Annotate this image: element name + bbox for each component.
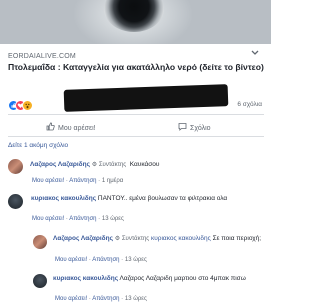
comment-icon [178, 122, 187, 133]
comment-time[interactable]: 13 ώρες [125, 296, 147, 302]
link-headline[interactable]: Πτολεμαΐδα : Καταγγελία για ακατάλληλο ν… [8, 62, 266, 73]
author-badge-icon: ⚙ [91, 162, 99, 168]
chevron-down-icon[interactable] [250, 44, 260, 62]
mention-link[interactable]: κυριακος κακουλιδης [151, 235, 211, 242]
comment-reply-link[interactable]: Απάντηση [92, 257, 119, 263]
comment-like-link[interactable]: Μου αρέσει! [55, 296, 87, 302]
comment-text: Καυκάσου [129, 161, 160, 168]
reaction-icons[interactable] [8, 100, 48, 111]
comment-reply-link[interactable]: Απάντηση [69, 178, 96, 184]
comment-like-link[interactable]: Μου αρέσει! [55, 257, 87, 263]
comment-like-link[interactable]: Μου αρέσει! [32, 216, 64, 222]
author-badge: Συντάκτης [121, 236, 150, 242]
reply: κυριακος κακουλιδης Λαζαρος Λαζαριδη μαρ… [53, 275, 267, 283]
author-badge: Συντάκτης [98, 162, 127, 168]
comment-reply-link[interactable]: Απάντηση [92, 296, 119, 302]
comment-author[interactable]: κυριακος κακουλιδης [53, 275, 118, 282]
comment-text: ΠΑΝΤΟΥ.. εμένα βουλωσαν τα φιλτρακια ολα [97, 195, 228, 202]
comments-count[interactable]: 6 σχόλια [237, 101, 262, 108]
avatar[interactable] [8, 159, 23, 174]
comment-meta: Μου αρέσει! · Απάντηση · 13 ώρες [55, 296, 147, 302]
comment: κυριακος κακουλιδης ΠΑΝΤΟΥ.. εμένα βουλω… [31, 195, 261, 203]
comment-text: Σε ποια περιοχή; [212, 235, 262, 242]
comment-author[interactable]: Λαζαρος Λαζαριδης [30, 161, 90, 168]
author-badge-icon: ⚙ [114, 236, 122, 242]
wow-reaction-icon [22, 100, 33, 111]
avatar[interactable] [33, 274, 47, 288]
comment-label: Σχόλιο [190, 125, 211, 132]
like-label: Μου αρέσει! [58, 125, 96, 132]
reply: Λαζαρος Λαζαριδης ⚙ Συντάκτης κυριακος κ… [53, 235, 267, 243]
comment-button[interactable]: Σχόλιο [178, 122, 211, 133]
divider [8, 114, 264, 115]
comment-meta: Μου αρέσει! · Απάντηση · 13 ώρες [32, 216, 124, 222]
drain-image [104, 0, 164, 32]
view-more-comments-link[interactable]: Δείτε 1 ακόμη σχόλιο [8, 142, 68, 149]
comment: Λαζαρος Λαζαριδης ⚙ Συντάκτης Καυκάσου [30, 161, 159, 169]
comment-time[interactable]: 13 ώρες [102, 216, 124, 222]
comment-like-link[interactable]: Μου αρέσει! [32, 178, 64, 184]
post-link-image[interactable] [0, 0, 271, 44]
comment-author[interactable]: κυριακος κακουλιδης [31, 195, 96, 202]
like-button[interactable]: Μου αρέσει! [46, 122, 96, 133]
redacted-names [63, 84, 229, 112]
link-source: EORDAIALIVE.COM [8, 53, 76, 60]
comment-text: Λαζαρος Λαζαριδη μαρτιου στο 4μπακ πισω [119, 275, 246, 282]
comment-reply-link[interactable]: Απάντηση [69, 216, 96, 222]
comment-time[interactable]: 1 ημέρα [102, 178, 123, 184]
avatar[interactable] [8, 194, 23, 209]
divider [8, 136, 264, 137]
comment-meta: Μου αρέσει! · Απάντηση · 1 ημέρα [32, 178, 124, 184]
comment-author[interactable]: Λαζαρος Λαζαριδης [53, 235, 113, 242]
like-icon [46, 122, 55, 133]
comment-time[interactable]: 13 ώρες [125, 257, 147, 263]
comment-meta: Μου αρέσει! · Απάντηση · 13 ώρες [55, 257, 147, 263]
avatar[interactable] [33, 235, 47, 249]
